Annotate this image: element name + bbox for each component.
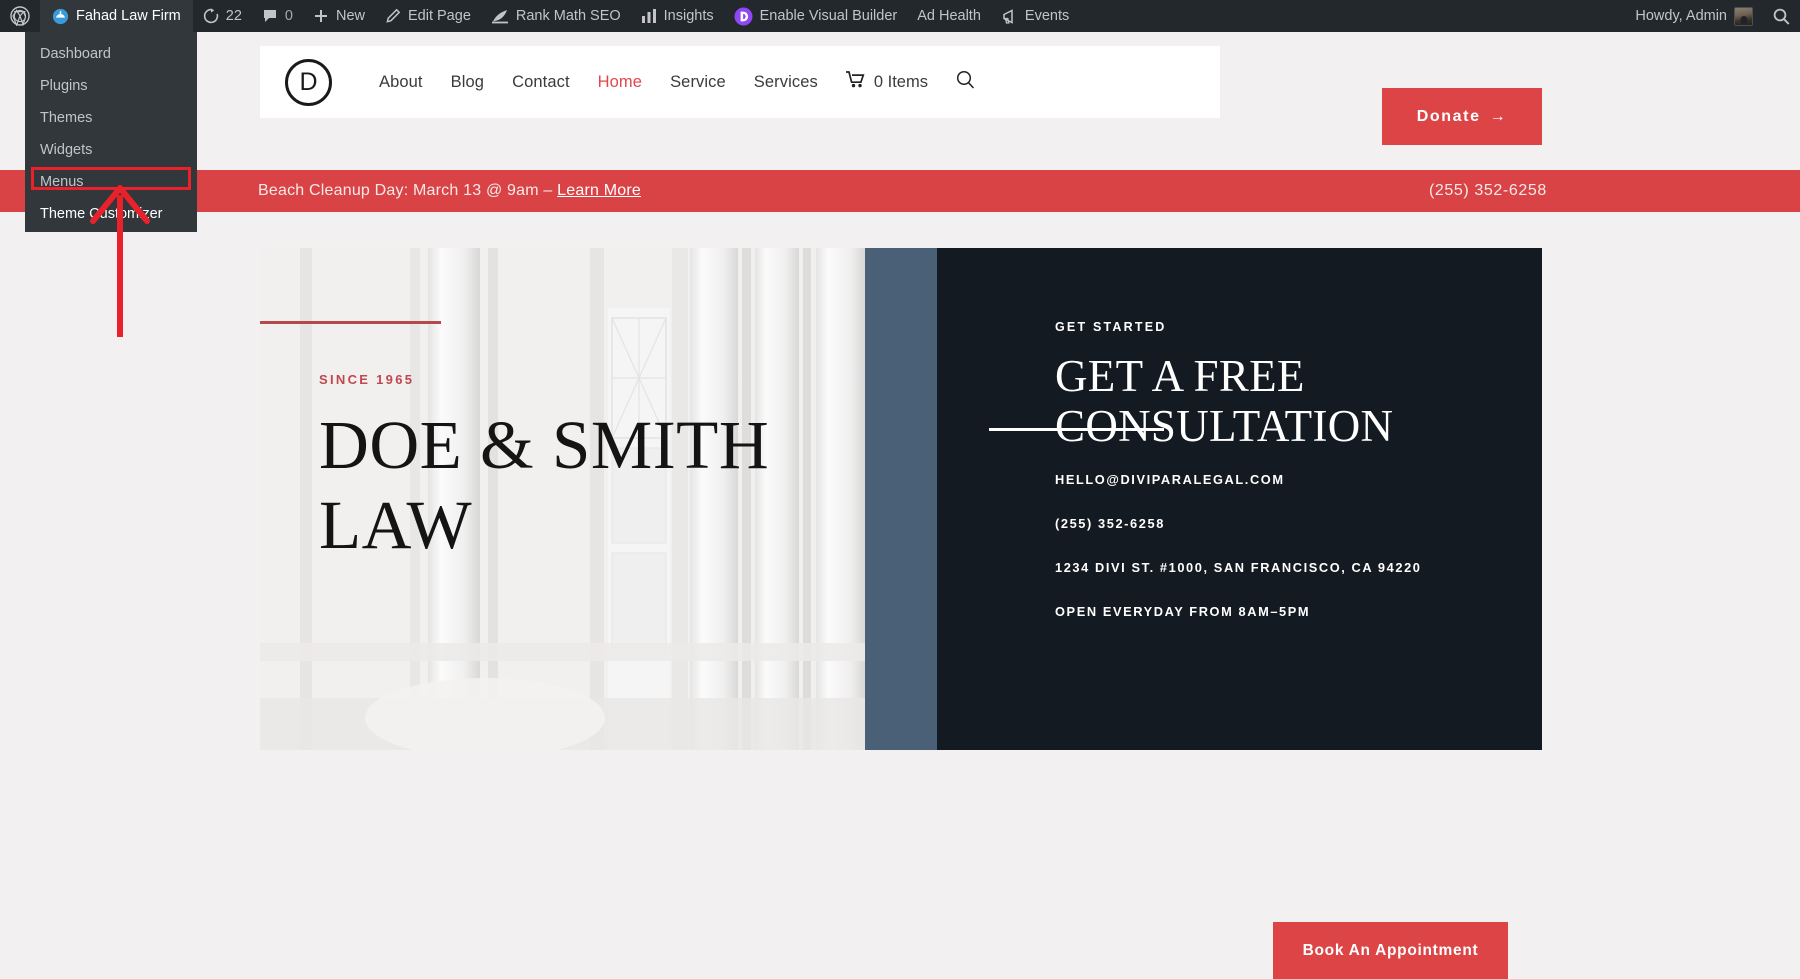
hero-section: SINCE 1965 DOE & SMITH LAW GET STARTED G…	[260, 248, 1542, 979]
updates-menu[interactable]: 22	[193, 0, 252, 32]
learn-more-link[interactable]: Learn More	[557, 182, 641, 199]
primary-nav: About Blog Contact Home Service Services…	[365, 70, 989, 94]
edit-page-menu[interactable]: Edit Page	[375, 0, 481, 32]
donate-label: Donate	[1416, 107, 1481, 125]
hero-firm-name: DOE & SMITH LAW	[319, 407, 770, 564]
divi-logo-icon	[734, 7, 753, 26]
hero-contact-list: HELLO@DIVIPARALEGAL.COM (255) 352-6258 1…	[1055, 472, 1422, 648]
rank-math-label: Rank Math SEO	[515, 8, 621, 24]
shopping-cart-icon	[845, 71, 865, 93]
bar-chart-icon	[641, 8, 657, 24]
comments-menu[interactable]: 0	[252, 0, 303, 32]
site-name-menu[interactable]: Fahad Law Firm	[40, 0, 193, 32]
visual-builder-label: Enable Visual Builder	[759, 8, 898, 24]
nav-item-blog[interactable]: Blog	[437, 73, 498, 92]
dropdown-item-plugins[interactable]: Plugins	[25, 70, 197, 102]
site-header: D About Blog Contact Home Service Servic…	[260, 46, 1220, 118]
announcement-bar: Beach Cleanup Day: March 13 @ 9am – Lear…	[0, 170, 1800, 212]
ad-health-menu[interactable]: Ad Health	[907, 0, 991, 32]
header-search-button[interactable]	[942, 70, 989, 94]
nav-item-home[interactable]: Home	[584, 73, 656, 92]
announcement-text: Beach Cleanup Day: March 13 @ 9am –	[258, 182, 558, 199]
plus-icon	[313, 8, 329, 24]
dropdown-item-widgets[interactable]: Widgets	[25, 134, 197, 166]
site-logo[interactable]: D	[285, 58, 332, 106]
announcement-text-group: Beach Cleanup Day: March 13 @ 9am – Lear…	[258, 182, 641, 200]
visual-builder-menu[interactable]: Enable Visual Builder	[724, 0, 908, 32]
comments-count: 0	[284, 8, 293, 24]
my-account-menu[interactable]: Howdy, Admin	[1625, 0, 1763, 32]
cart-count-label: 0 Items	[873, 72, 928, 91]
hero-red-rule	[260, 321, 441, 324]
site-preview: D About Blog Contact Home Service Servic…	[0, 32, 1800, 979]
rank-math-icon	[491, 8, 509, 24]
comment-bubble-icon	[262, 8, 278, 24]
announcement-phone[interactable]: (255) 352-6258	[1429, 182, 1547, 200]
new-content-menu[interactable]: New	[303, 0, 375, 32]
edit-page-label: Edit Page	[408, 8, 471, 24]
nav-item-service[interactable]: Service	[656, 73, 740, 92]
hero-left-panel: SINCE 1965 DOE & SMITH LAW	[260, 248, 865, 750]
search-icon	[956, 70, 975, 94]
insights-label: Insights	[663, 8, 714, 24]
dropdown-item-dashboard[interactable]: Dashboard	[25, 38, 197, 70]
cart-link[interactable]: 0 Items	[832, 71, 942, 93]
donate-button[interactable]: Donate →	[1382, 88, 1542, 145]
dropdown-item-themes[interactable]: Themes	[25, 102, 197, 134]
contact-phone: (255) 352-6258	[1055, 516, 1165, 531]
events-megaphone-icon	[1001, 8, 1018, 25]
hero-right-panel: GET STARTED GET A FREE CONSULTATION HELL…	[937, 248, 1542, 979]
site-dashboard-icon	[52, 8, 69, 25]
insights-menu[interactable]: Insights	[631, 0, 724, 32]
updates-icon	[203, 8, 219, 24]
hero-headline: GET A FREE CONSULTATION	[1055, 351, 1394, 451]
contact-email: HELLO@DIVIPARALEGAL.COM	[1055, 472, 1285, 487]
book-appointment-button[interactable]: Book An Appointment	[1273, 922, 1508, 979]
events-menu[interactable]: Events	[991, 0, 1079, 32]
contact-hours: OPEN EVERYDAY FROM 8AM–5PM	[1055, 604, 1311, 619]
ad-health-label: Ad Health	[917, 8, 981, 24]
contact-address: 1234 DIVI ST. #1000, SAN FRANCISCO, CA 9…	[1055, 560, 1422, 575]
admin-bar-right-group: Howdy, Admin	[1625, 0, 1800, 32]
site-name-label: Fahad Law Firm	[76, 8, 181, 24]
pencil-icon	[385, 8, 401, 24]
avatar	[1734, 6, 1753, 26]
wordpress-logo-menu[interactable]	[0, 0, 40, 32]
nav-item-contact[interactable]: Contact	[498, 73, 584, 92]
nav-item-services[interactable]: Services	[740, 73, 832, 92]
hero-accent-stripe	[865, 248, 937, 750]
howdy-label: Howdy, Admin	[1635, 8, 1727, 24]
search-icon	[1773, 8, 1790, 25]
updates-count: 22	[225, 8, 242, 24]
wordpress-logo-icon	[10, 6, 30, 26]
nav-item-about[interactable]: About	[365, 73, 437, 92]
rank-math-menu[interactable]: Rank Math SEO	[481, 0, 631, 32]
arrow-right-icon: →	[1489, 107, 1508, 125]
admin-search-button[interactable]	[1763, 0, 1800, 32]
wp-admin-bar: Fahad Law Firm 22 0 New Edit Page Rank M…	[0, 0, 1800, 32]
events-label: Events	[1024, 8, 1070, 24]
hero-eyebrow-since: SINCE 1965	[319, 372, 415, 387]
new-label: New	[335, 8, 365, 24]
red-arrow-annotation	[90, 185, 150, 337]
hero-eyebrow-get-started: GET STARTED	[1055, 320, 1167, 334]
